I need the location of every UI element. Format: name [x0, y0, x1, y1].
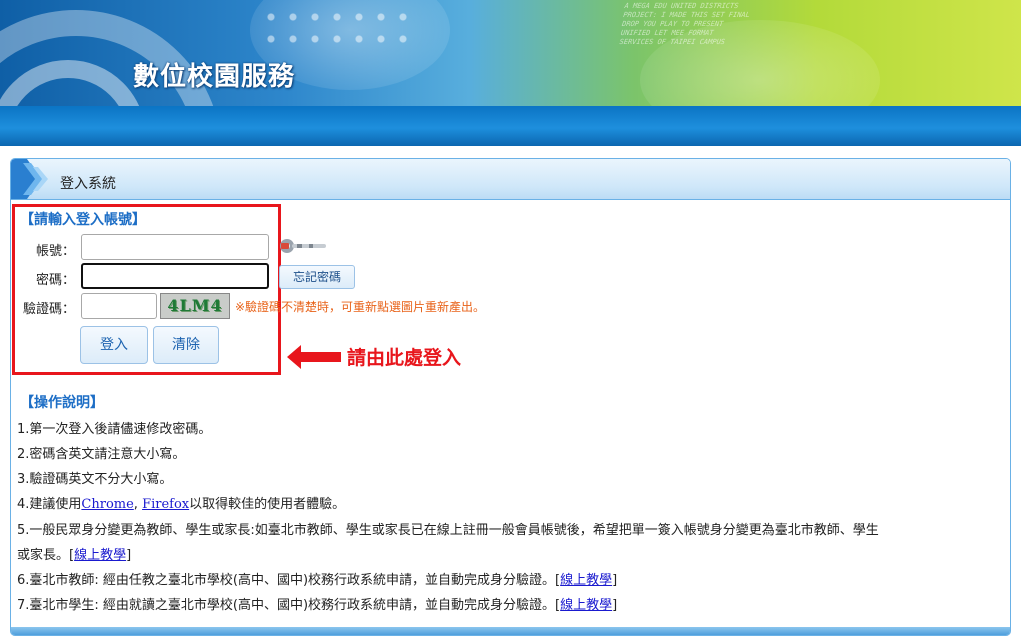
- chrome-link[interactable]: Chrome: [81, 497, 133, 512]
- arrow-left-icon: [287, 345, 341, 369]
- forgot-password-button[interactable]: 忘記密碼: [279, 265, 355, 289]
- tutorial-link-7[interactable]: 線上教學: [560, 598, 612, 613]
- header-banner: A MEGA EDU UNITED DISTRICTS PROJECT: I M…: [0, 0, 1021, 106]
- instruction-item-7: 7.臺北市學生: 經由就讀之臺北市學校(高中、國中)校務行政系統申請，並自動完成…: [17, 598, 618, 613]
- password-input[interactable]: [81, 263, 269, 289]
- account-input[interactable]: [81, 234, 269, 260]
- instruction-item-2: 2.密碼含英文請注意大小寫。: [17, 447, 186, 462]
- instruction-item-1: 1.第一次登入後請儘速修改密碼。: [17, 422, 212, 437]
- login-section-title: 【請輸入登入帳號】: [20, 212, 146, 228]
- instructions-title: 【操作說明】: [20, 395, 104, 411]
- instruction-item-6: 6.臺北市教師: 經由任教之臺北市學校(高中、國中)校務行政系統申請，並自動完成…: [17, 573, 618, 588]
- tutorial-link-6[interactable]: 線上教學: [560, 573, 612, 588]
- chevron-logo-icon: [11, 159, 48, 199]
- captcha-image[interactable]: 4LM4: [160, 293, 230, 319]
- instruction-item-3: 3.驗證碼英文不分大小寫。: [17, 472, 173, 487]
- panel-title: 登入系統: [60, 176, 116, 192]
- captcha-note: ※驗證碼不清楚時，可重新點選圖片重新產出。: [235, 300, 486, 314]
- banner-deco-text: A MEGA EDU UNITED DISTRICTS PROJECT: I M…: [618, 2, 751, 46]
- captcha-input[interactable]: [81, 293, 157, 319]
- instruction-item-4: 4.建議使用Chrome, Firefox以取得較佳的使用者體驗。: [17, 497, 346, 512]
- password-label: 密碼：: [35, 273, 75, 288]
- site-title: 數位校園服務: [133, 62, 296, 92]
- instruction-item-5-cont: 或家長。[線上教學]: [17, 548, 132, 563]
- instruction-item-5: 5.一般民眾身分變更為教師、學生或家長:如臺北市教師、學生或家長已在線上註冊一般…: [17, 523, 879, 538]
- account-label: 帳號：: [35, 244, 75, 259]
- firefox-link[interactable]: Firefox: [142, 497, 189, 512]
- login-callout-text: 請由此處登入: [347, 347, 462, 369]
- banner-dots: [260, 6, 420, 50]
- panel-footer-bar: [11, 627, 1010, 635]
- captcha-label: 驗證碼：: [22, 302, 75, 317]
- login-button[interactable]: 登入: [80, 326, 148, 364]
- clear-button[interactable]: 清除: [153, 326, 219, 364]
- nav-bar: [0, 106, 1021, 146]
- panel-header: 登入系統: [11, 159, 1010, 200]
- tutorial-link-5[interactable]: 線上教學: [74, 548, 126, 563]
- keychain-icon: [280, 239, 326, 253]
- login-panel: 登入系統 【請輸入登入帳號】 帳號： 密碼： 驗證碼： 4LM4 ※驗證碼不清楚…: [10, 158, 1011, 636]
